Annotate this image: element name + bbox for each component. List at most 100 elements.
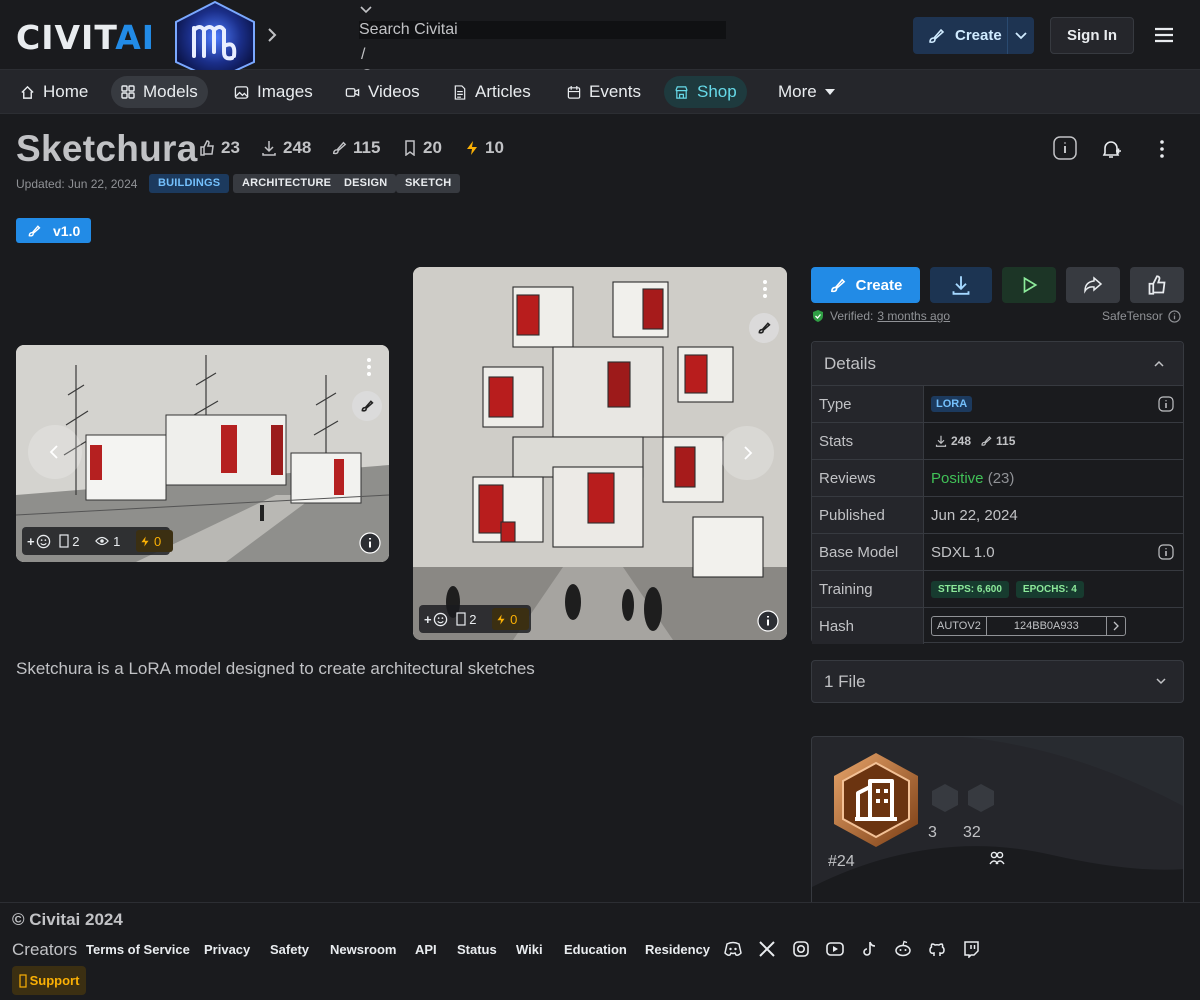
steps-badge: STEPS: 6,600 bbox=[931, 580, 1009, 598]
info-icon[interactable] bbox=[359, 532, 381, 554]
youtube-icon[interactable] bbox=[826, 940, 844, 958]
buildings-badge-icon[interactable] bbox=[832, 751, 920, 849]
smile-icon bbox=[36, 534, 50, 548]
nav-models[interactable]: Models bbox=[111, 76, 208, 108]
details-header[interactable]: Details bbox=[812, 342, 1183, 386]
footer-link-status[interactable]: Status bbox=[457, 942, 497, 957]
create-button[interactable]: Create bbox=[913, 17, 1034, 54]
version-tab[interactable]: v1.0 bbox=[16, 218, 91, 243]
sign-in-button[interactable]: Sign In bbox=[1050, 17, 1134, 54]
hash-selector[interactable]: AUTOV2 124BB0A933 bbox=[931, 616, 1126, 636]
support-button[interactable]: Support bbox=[12, 966, 86, 995]
tag-design[interactable]: DESIGN bbox=[335, 174, 397, 193]
share-button[interactable] bbox=[1066, 267, 1120, 303]
more-vertical-icon[interactable] bbox=[362, 356, 376, 378]
footer-link-wiki[interactable]: Wiki bbox=[516, 942, 543, 957]
footer-link-safety[interactable]: Safety bbox=[270, 942, 309, 957]
verified-date-link[interactable]: 3 months ago bbox=[877, 309, 950, 323]
nav-images[interactable]: Images bbox=[224, 76, 323, 108]
run-button[interactable] bbox=[1002, 267, 1056, 303]
nav-videos[interactable]: Videos bbox=[335, 76, 430, 108]
smile-icon bbox=[433, 612, 447, 626]
buzz-tip-button[interactable]: 0 bbox=[136, 530, 174, 552]
details-row-reviews: Reviews Positive (23) bbox=[812, 460, 1183, 497]
creators-link[interactable]: Creators bbox=[12, 940, 77, 960]
chevron-down-icon[interactable] bbox=[1155, 675, 1167, 687]
nav-home[interactable]: Home bbox=[10, 76, 98, 108]
nav-label: Events bbox=[589, 82, 641, 101]
info-icon[interactable] bbox=[1158, 396, 1174, 412]
create-with-model-button[interactable]: Create bbox=[811, 267, 920, 303]
model-title: Sketchura bbox=[16, 128, 198, 169]
photo-icon bbox=[234, 85, 249, 99]
files-accordion[interactable]: 1 File bbox=[811, 660, 1184, 703]
likes-stat: 23 bbox=[199, 138, 240, 158]
chevron-down-icon[interactable] bbox=[359, 3, 373, 17]
epochs-badge: EPOCHS: 4 bbox=[1015, 580, 1084, 598]
civitai-logo[interactable]: CIVITAI bbox=[16, 18, 155, 57]
nav-shop[interactable]: Shop bbox=[664, 76, 747, 108]
footer-link-newsroom[interactable]: Newsroom bbox=[330, 942, 396, 957]
info-icon[interactable] bbox=[1053, 136, 1077, 160]
hash-value[interactable]: 124BB0A933 bbox=[987, 617, 1107, 635]
image-reactions[interactable]: + 2 0 bbox=[419, 605, 531, 633]
nav-label: More bbox=[778, 82, 817, 101]
download-button[interactable] bbox=[930, 267, 992, 303]
tiktok-icon[interactable] bbox=[860, 940, 878, 958]
discord-icon[interactable] bbox=[724, 940, 742, 958]
eye-icon bbox=[95, 536, 110, 546]
info-icon[interactable] bbox=[757, 610, 779, 632]
tag-architecture[interactable]: ARCHITECTURE bbox=[233, 174, 341, 193]
footer-link-education[interactable]: Education bbox=[564, 942, 627, 957]
model-description: Sketchura is a LoRA model designed to cr… bbox=[16, 659, 535, 678]
more-vertical-icon[interactable] bbox=[1150, 137, 1174, 161]
comments-count[interactable]: 2 bbox=[58, 534, 88, 549]
reviews-sentiment-link[interactable]: Positive bbox=[931, 470, 984, 487]
nav-events[interactable]: Events bbox=[557, 76, 651, 108]
info-icon[interactable] bbox=[1158, 544, 1174, 560]
add-reaction-button[interactable]: + bbox=[424, 612, 448, 627]
grid-icon bbox=[121, 85, 135, 99]
github-icon[interactable] bbox=[928, 940, 946, 958]
add-reaction-button[interactable]: + bbox=[27, 534, 51, 549]
nav-more[interactable]: More bbox=[768, 76, 853, 108]
search-input[interactable]: Search Civitai bbox=[359, 21, 726, 39]
image-reactions[interactable]: + 2 1 0 bbox=[22, 527, 174, 555]
details-row-published: Published Jun 22, 2024 bbox=[812, 497, 1183, 534]
nav-articles[interactable]: Articles bbox=[443, 76, 541, 108]
buzz-tip-button[interactable]: 0 bbox=[492, 608, 530, 630]
chevron-right-icon[interactable] bbox=[1111, 621, 1121, 631]
tag-buildings[interactable]: BUILDINGS bbox=[149, 174, 230, 193]
reddit-icon[interactable] bbox=[894, 940, 912, 958]
carousel-prev-button[interactable] bbox=[28, 425, 82, 479]
chevron-up-icon[interactable] bbox=[1153, 358, 1165, 370]
info-icon[interactable] bbox=[1168, 309, 1181, 323]
bell-plus-icon[interactable] bbox=[1099, 137, 1123, 161]
twitch-icon[interactable] bbox=[962, 940, 980, 958]
chevron-left-icon bbox=[49, 445, 58, 459]
footer-link-api[interactable]: API bbox=[415, 942, 437, 957]
caret-down-icon bbox=[824, 89, 835, 95]
x-twitter-icon[interactable] bbox=[758, 940, 776, 958]
comments-count[interactable]: 2 bbox=[455, 612, 485, 627]
tag-sketch[interactable]: SKETCH bbox=[396, 174, 461, 193]
footer-link-privacy[interactable]: Privacy bbox=[204, 942, 250, 957]
remix-button[interactable] bbox=[352, 391, 382, 421]
footer-link-residency[interactable]: Residency bbox=[645, 942, 710, 957]
comment-icon bbox=[58, 534, 69, 548]
more-vertical-icon[interactable] bbox=[758, 278, 772, 300]
remix-button[interactable] bbox=[749, 313, 779, 343]
video-icon bbox=[345, 87, 360, 97]
chevron-down-icon[interactable] bbox=[1014, 29, 1028, 43]
like-button[interactable] bbox=[1130, 267, 1184, 303]
model-image-1[interactable]: + 2 1 0 bbox=[16, 345, 389, 562]
footer-link-terms[interactable]: Terms of Service bbox=[86, 942, 190, 957]
users-icon bbox=[989, 851, 1005, 865]
details-panel: Details Type LORA Stats 248 115 Reviews … bbox=[811, 341, 1184, 644]
chevron-right-icon[interactable] bbox=[262, 25, 282, 45]
carousel-next-button[interactable] bbox=[720, 426, 774, 480]
hamburger-menu-icon[interactable] bbox=[1152, 24, 1176, 46]
model-image-2[interactable]: + 2 0 bbox=[413, 267, 787, 640]
instagram-icon[interactable] bbox=[792, 940, 810, 958]
download-icon bbox=[952, 276, 970, 295]
